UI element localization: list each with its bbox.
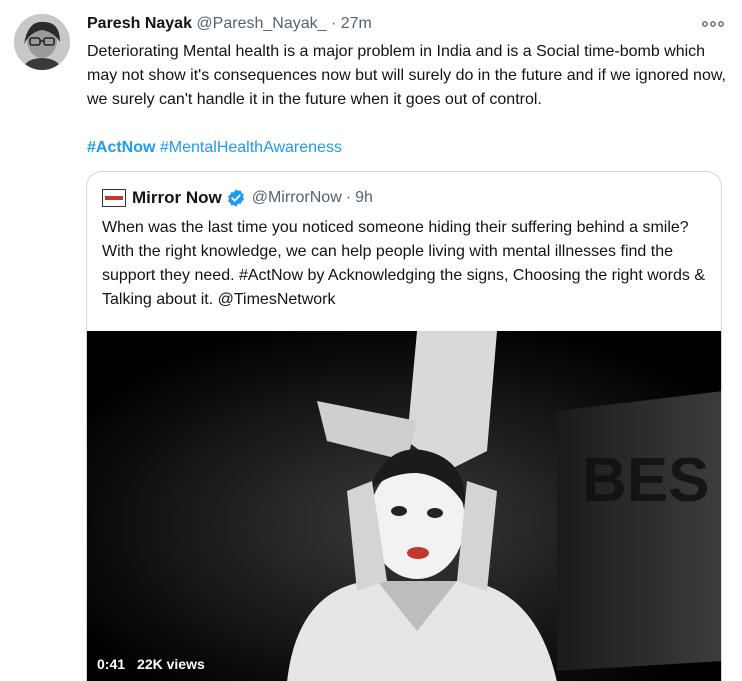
hashtag-list: #ActNow #MentalHealthAwareness — [87, 136, 342, 160]
author-handle[interactable]: @Paresh_Nayak_ — [196, 15, 326, 32]
video-frame: BES — [87, 331, 721, 681]
mirror-now-logo[interactable] — [102, 189, 126, 207]
video-overlay: 0:41 22K views — [97, 656, 205, 672]
quoted-tweet[interactable]: Mirror Now @MirrorNow · 9h When was the … — [86, 171, 722, 681]
more-horizontal-icon — [702, 21, 724, 27]
avatar-photo — [14, 14, 70, 70]
author-name[interactable]: Paresh Nayak — [87, 15, 192, 32]
hashtag-actnow[interactable]: #ActNow — [87, 139, 155, 156]
separator-dot: · — [330, 15, 337, 32]
more-options-button[interactable] — [702, 14, 724, 32]
video-player[interactable]: BES 0:41 22K views — [87, 331, 721, 681]
wall-lettering: BES — [582, 446, 709, 515]
avatar[interactable] — [14, 14, 70, 70]
hashtag-mentalhealthawareness[interactable]: #MentalHealthAwareness — [160, 139, 342, 156]
quote-separator-dot: · — [345, 189, 352, 206]
tweet-header: Paresh Nayak @Paresh_Nayak_ · 27m — [87, 13, 722, 35]
video-duration: 0:41 — [97, 656, 126, 672]
quote-header: Mirror Now @MirrorNow · 9h — [102, 186, 373, 210]
verified-badge-icon — [227, 189, 244, 207]
quote-author-name[interactable]: Mirror Now — [132, 186, 222, 210]
tweet-timestamp[interactable]: 27m — [341, 15, 372, 32]
video-view-count: 22K views — [137, 656, 205, 672]
quote-timestamp[interactable]: 9h — [355, 186, 373, 210]
quote-text: When was the last time you noticed someo… — [102, 219, 706, 308]
tweet-text: Deteriorating Mental health is a major p… — [87, 43, 726, 108]
quote-author-handle[interactable]: @MirrorNow — [252, 186, 342, 210]
